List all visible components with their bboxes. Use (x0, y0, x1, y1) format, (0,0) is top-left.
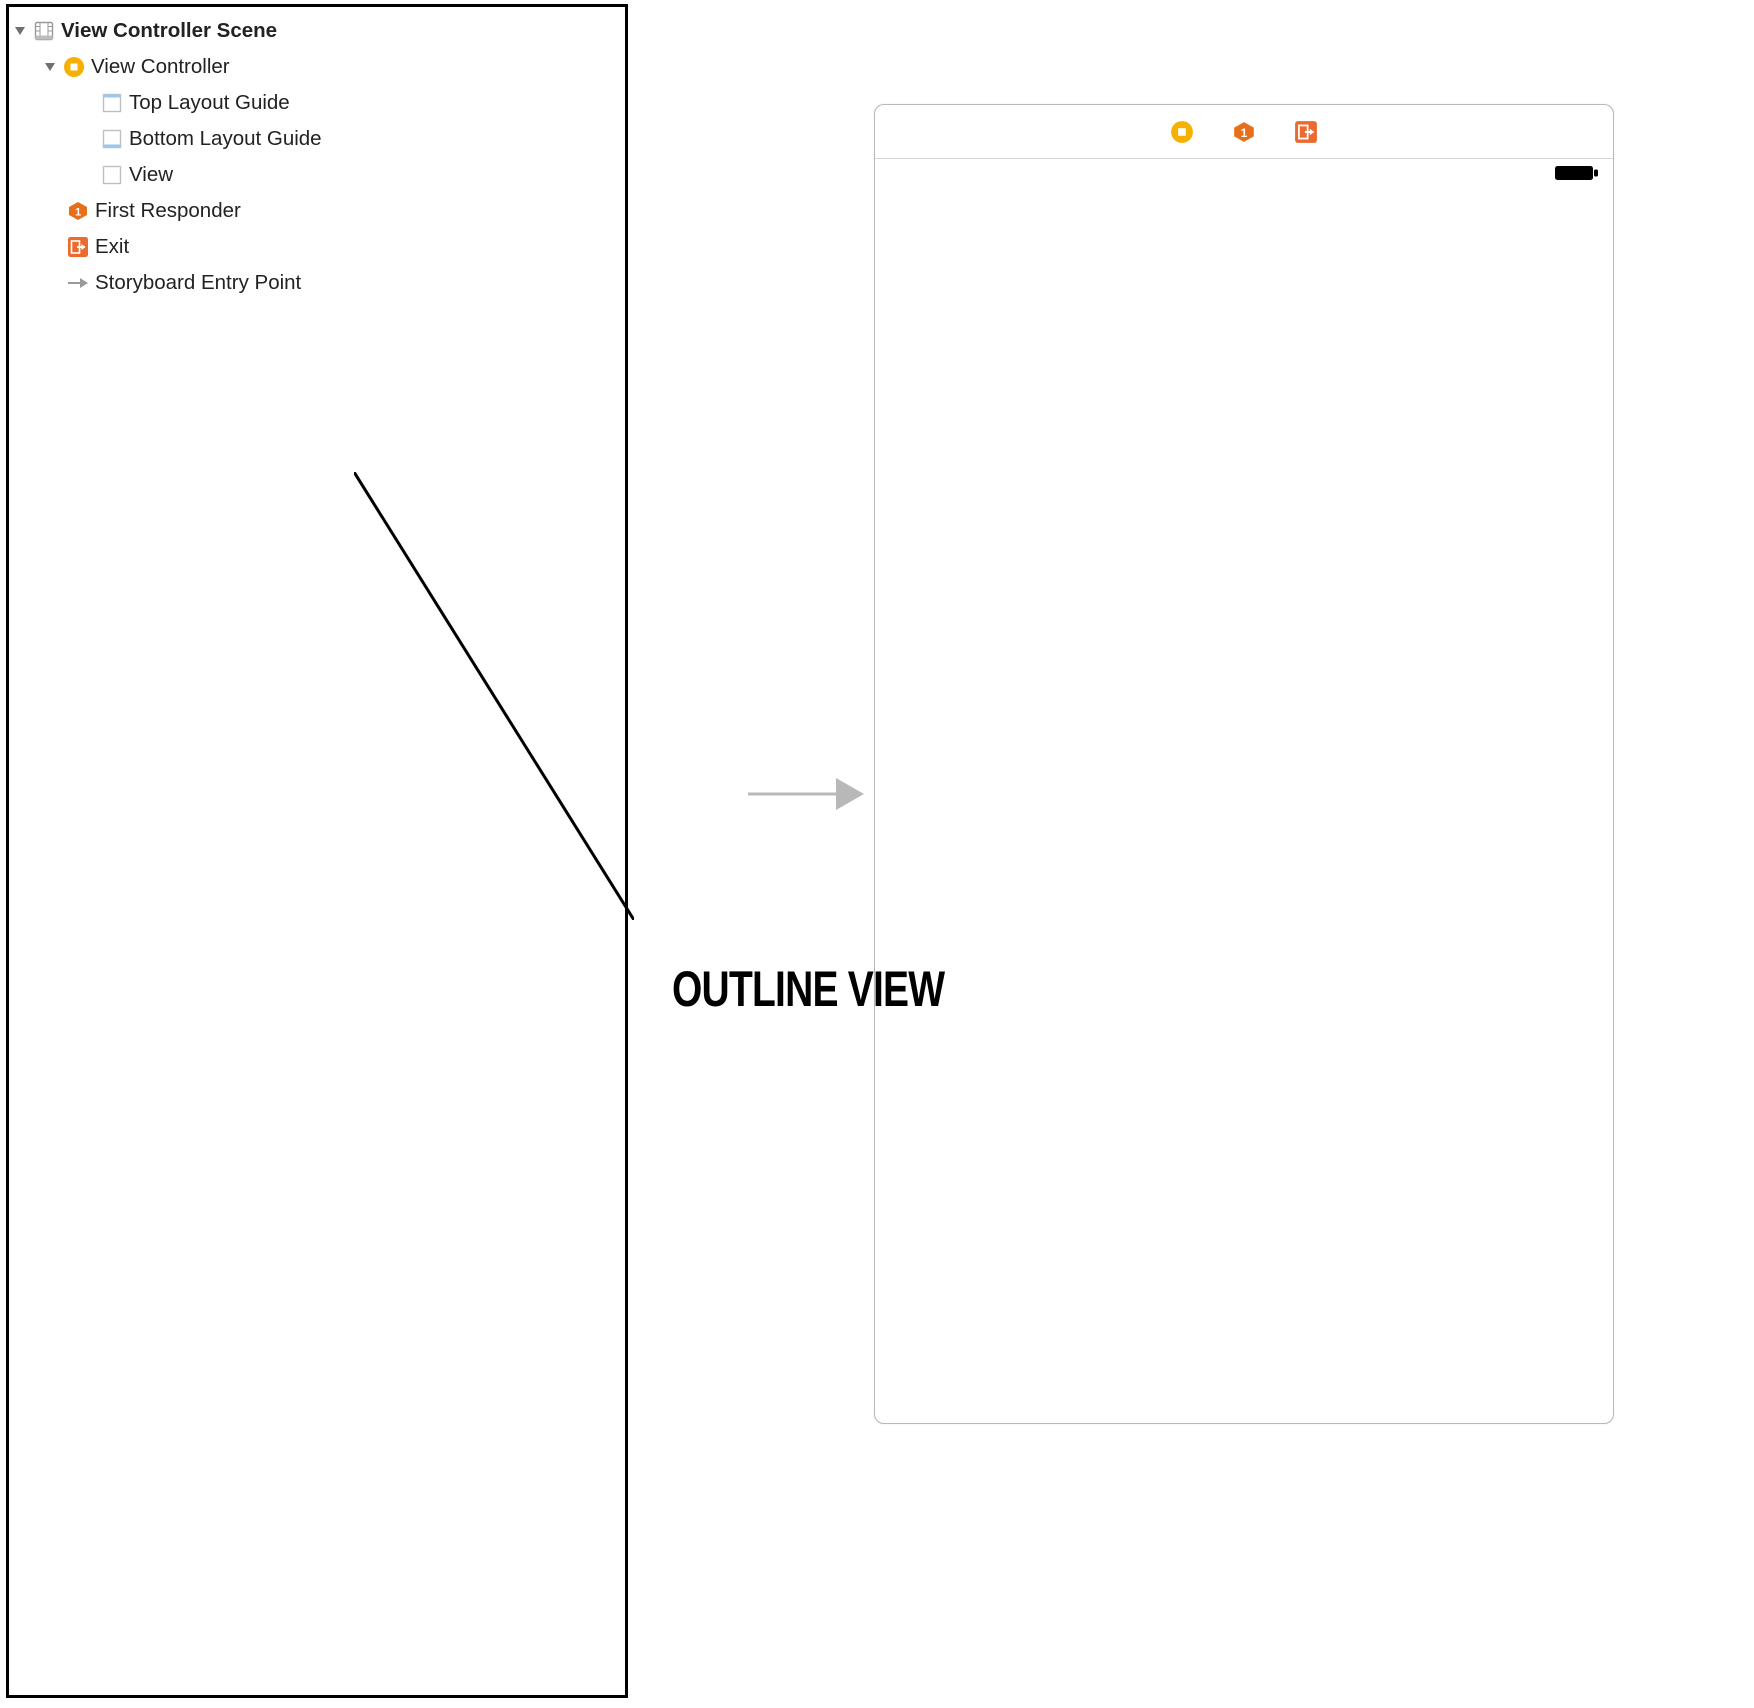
outline-scene-row[interactable]: View Controller Scene (9, 13, 625, 49)
outline-item-entry-point[interactable]: Storyboard Entry Point (9, 265, 625, 301)
outline-item-label: First Responder (95, 199, 241, 223)
layout-guide-icon (101, 92, 123, 114)
outline-item-label: View Controller (91, 55, 230, 79)
outline-item-label: Top Layout Guide (129, 91, 290, 115)
svg-text:1: 1 (1241, 125, 1248, 139)
outline-item-label: Storyboard Entry Point (95, 271, 301, 295)
view-controller-icon[interactable] (1169, 119, 1195, 145)
document-outline-panel: View Controller Scene View Controller To… (6, 4, 628, 1698)
exit-icon (67, 236, 89, 258)
first-responder-icon: 1 (67, 200, 89, 222)
disclosure-triangle-icon[interactable] (43, 60, 57, 74)
outline-item-label: View (129, 163, 173, 187)
storyboard-scene-icon (33, 20, 55, 42)
outline-item-label: Bottom Layout Guide (129, 127, 322, 151)
view-controller-icon (63, 56, 85, 78)
outline-item-bottom-layout-guide[interactable]: Bottom Layout Guide (9, 121, 625, 157)
outline-item-exit[interactable]: Exit (9, 229, 625, 265)
outline-scene-label: View Controller Scene (61, 19, 277, 43)
outline-item-label: Exit (95, 235, 129, 259)
storyboard-entry-arrow-icon (746, 772, 864, 816)
uiview-icon (101, 164, 123, 186)
svg-text:1: 1 (75, 207, 81, 219)
storyboard-canvas-scene[interactable]: 1 (874, 104, 1614, 1424)
outline-item-first-responder[interactable]: 1 First Responder (9, 193, 625, 229)
outline-item-top-layout-guide[interactable]: Top Layout Guide (9, 85, 625, 121)
exit-icon[interactable] (1293, 119, 1319, 145)
scene-header-bar[interactable]: 1 (875, 105, 1613, 159)
layout-guide-icon (101, 128, 123, 150)
outline-item-view-controller[interactable]: View Controller (9, 49, 625, 85)
arrow-right-icon (67, 272, 89, 294)
annotation-label: OUTLINE VIEW (672, 960, 944, 1018)
disclosure-triangle-icon[interactable] (13, 24, 27, 38)
battery-icon (1555, 165, 1599, 181)
first-responder-icon[interactable]: 1 (1231, 119, 1257, 145)
outline-item-view[interactable]: View (9, 157, 625, 193)
